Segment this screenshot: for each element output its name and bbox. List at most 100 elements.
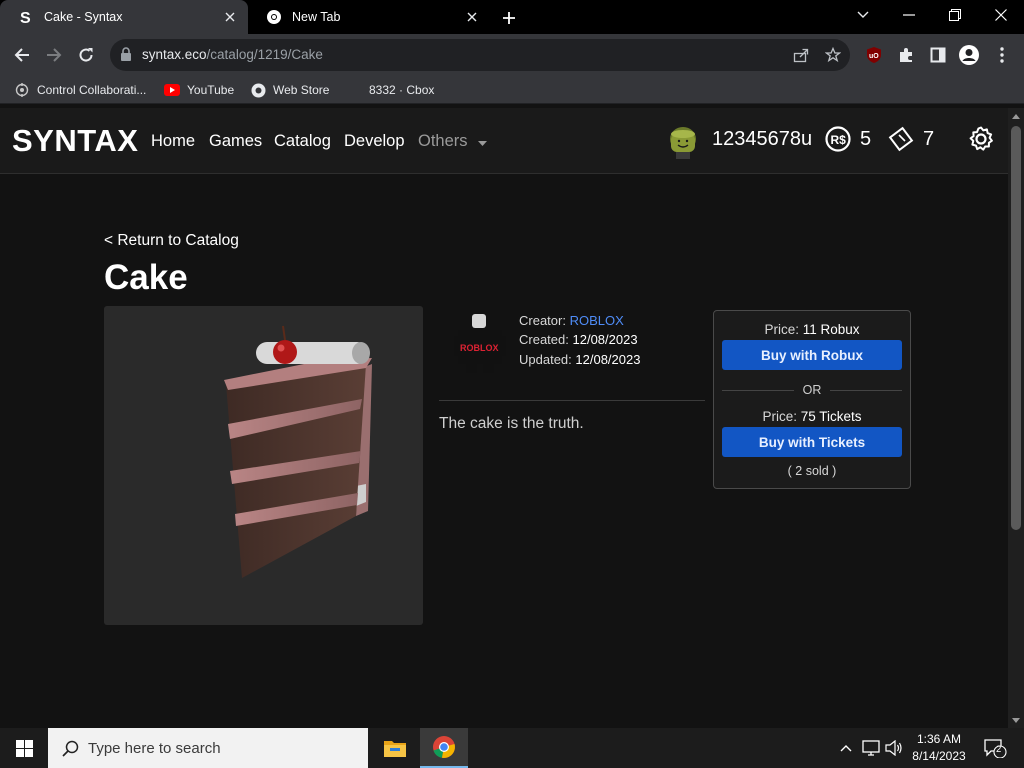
tab-new-tab[interactable]: New Tab xyxy=(248,0,490,34)
sold-count: ( 2 sold ) xyxy=(787,464,837,478)
robux-count: 5 xyxy=(860,127,872,150)
browser-toolbar: syntax.eco/catalog/1219/Cake uO xyxy=(0,34,1024,76)
created-label: Created: xyxy=(519,332,569,347)
svg-text:ROBLOX: ROBLOX xyxy=(460,343,499,353)
page-content: SYNTAX Home Games Catalog Develop Others… xyxy=(0,108,1008,728)
close-tab-icon[interactable] xyxy=(464,9,480,25)
caret-down-icon xyxy=(478,132,488,151)
taskbar-search-box[interactable]: Type here to search xyxy=(48,728,368,768)
back-arrow-icon[interactable] xyxy=(8,41,36,69)
syntax-s-icon: S xyxy=(18,9,34,25)
robux-price-value: 11 Robux xyxy=(802,322,860,337)
lock-icon[interactable] xyxy=(120,47,134,63)
bookmark-cbox[interactable]: 8332 · Cbox xyxy=(369,81,434,99)
taskbar-clock[interactable]: 1:36 AM 8/14/2023 xyxy=(908,731,970,765)
search-icon xyxy=(60,738,80,758)
notification-count: 2 xyxy=(996,744,1002,755)
minimize-icon[interactable] xyxy=(886,0,932,30)
volume-tray-icon[interactable] xyxy=(884,738,904,758)
bookmark-label: Web Store xyxy=(273,83,330,97)
windows-taskbar: Type here to search 1:36 AM 8/14/2023 2 xyxy=(0,728,1024,768)
tickets-count: 7 xyxy=(923,127,935,150)
creator-link[interactable]: ROBLOX xyxy=(570,313,624,328)
price-label: Price: xyxy=(764,322,799,337)
nav-games[interactable]: Games xyxy=(209,132,262,151)
nav-home[interactable]: Home xyxy=(151,132,195,151)
network-tray-icon[interactable] xyxy=(861,738,881,758)
web-store-icon xyxy=(250,82,266,98)
tickets-price: Price: 75 Tickets xyxy=(714,409,910,424)
clock-time: 1:36 AM xyxy=(916,732,962,746)
item-title: Cake xyxy=(104,258,188,297)
updated-line: Updated: 12/08/2023 xyxy=(519,352,640,367)
updated-label: Updated: xyxy=(519,352,572,367)
created-line: Created: 12/08/2023 xyxy=(519,332,638,347)
or-label: OR xyxy=(802,383,822,397)
file-explorer-icon[interactable] xyxy=(371,728,419,768)
notification-center-icon[interactable]: 2 xyxy=(983,738,1007,758)
updated-date: 12/08/2023 xyxy=(575,352,641,367)
restore-icon[interactable] xyxy=(932,0,978,30)
robux-price: Price: 11 Robux xyxy=(714,322,910,337)
bookmark-web-store[interactable]: Web Store xyxy=(250,81,329,99)
buy-with-tickets-button[interactable]: Buy with Tickets xyxy=(722,427,902,457)
robux-icon: R$ xyxy=(825,126,851,152)
ticket-icon xyxy=(888,126,914,152)
bookmark-label: 8332 · Cbox xyxy=(369,83,435,97)
tab-title: Cake - Syntax xyxy=(44,10,123,24)
forward-arrow-icon[interactable] xyxy=(40,41,68,69)
clock-date: 8/14/2023 xyxy=(912,749,966,763)
robux-balance[interactable]: R$ 5 xyxy=(825,124,871,154)
tab-title: New Tab xyxy=(292,10,341,24)
scrollbar-thumb[interactable] xyxy=(1011,126,1021,530)
svg-text:S: S xyxy=(20,10,31,25)
windows-start-icon[interactable] xyxy=(0,728,48,768)
ublock-origin-icon[interactable]: uO xyxy=(864,45,884,65)
close-window-icon[interactable] xyxy=(978,0,1024,30)
divider xyxy=(439,400,705,401)
tray-chevron-up-icon[interactable] xyxy=(836,738,856,758)
creator-avatar[interactable]: ROBLOX xyxy=(452,312,508,374)
nav-develop[interactable]: Develop xyxy=(344,132,405,151)
price-label: Price: xyxy=(762,409,797,424)
creator-line: Creator: ROBLOX xyxy=(519,313,624,328)
tickets-price-value: 75 Tickets xyxy=(800,409,862,424)
search-placeholder: Type here to search xyxy=(88,739,221,757)
tickets-balance[interactable]: 7 xyxy=(888,124,934,154)
share-icon[interactable] xyxy=(792,46,810,64)
page-scrollbar[interactable] xyxy=(1008,108,1024,728)
chrome-icon xyxy=(266,9,282,25)
purchase-panel: Price: 11 Robux Buy with Robux OR Price:… xyxy=(713,310,911,489)
or-separator: OR xyxy=(722,383,902,397)
address-bar[interactable]: syntax.eco/catalog/1219/Cake xyxy=(110,39,850,71)
tab-cake-syntax[interactable]: S Cake - Syntax xyxy=(0,0,248,34)
scroll-up-icon[interactable] xyxy=(1008,108,1024,124)
settings-gear-icon[interactable] xyxy=(967,125,995,153)
new-tab-icon[interactable] xyxy=(498,7,520,29)
return-to-catalog-link[interactable]: < Return to Catalog xyxy=(104,232,239,250)
network-icon xyxy=(14,82,30,98)
chrome-taskbar-icon[interactable] xyxy=(420,728,468,768)
svg-text:uO: uO xyxy=(869,53,879,60)
chrome-menu-icon[interactable] xyxy=(992,45,1012,65)
site-logo[interactable]: SYNTAX xyxy=(12,123,138,159)
bookmark-control-collaboration[interactable]: Control Collaborati... xyxy=(14,81,146,99)
reload-icon[interactable] xyxy=(72,41,100,69)
created-date: 12/08/2023 xyxy=(572,332,638,347)
buy-with-robux-button[interactable]: Buy with Robux xyxy=(722,340,902,370)
username[interactable]: 12345678u xyxy=(712,128,812,151)
tab-search-chevron-icon[interactable] xyxy=(840,0,886,30)
close-tab-icon[interactable] xyxy=(222,9,238,25)
nav-catalog[interactable]: Catalog xyxy=(274,132,331,151)
extensions-puzzle-icon[interactable] xyxy=(896,45,916,65)
nav-others-dropdown[interactable]: Others xyxy=(418,132,488,151)
bookmark-star-icon[interactable] xyxy=(824,46,842,64)
creator-label: Creator: xyxy=(519,313,566,328)
bookmark-label: Control Collaborati... xyxy=(37,83,147,97)
scroll-down-icon[interactable] xyxy=(1008,712,1024,728)
profile-avatar-icon[interactable] xyxy=(959,45,979,65)
user-avatar[interactable] xyxy=(668,126,698,160)
bookmark-youtube[interactable]: YouTube xyxy=(164,81,234,99)
side-panel-icon[interactable] xyxy=(928,45,948,65)
tab-strip: S Cake - Syntax New Tab xyxy=(0,0,1024,34)
